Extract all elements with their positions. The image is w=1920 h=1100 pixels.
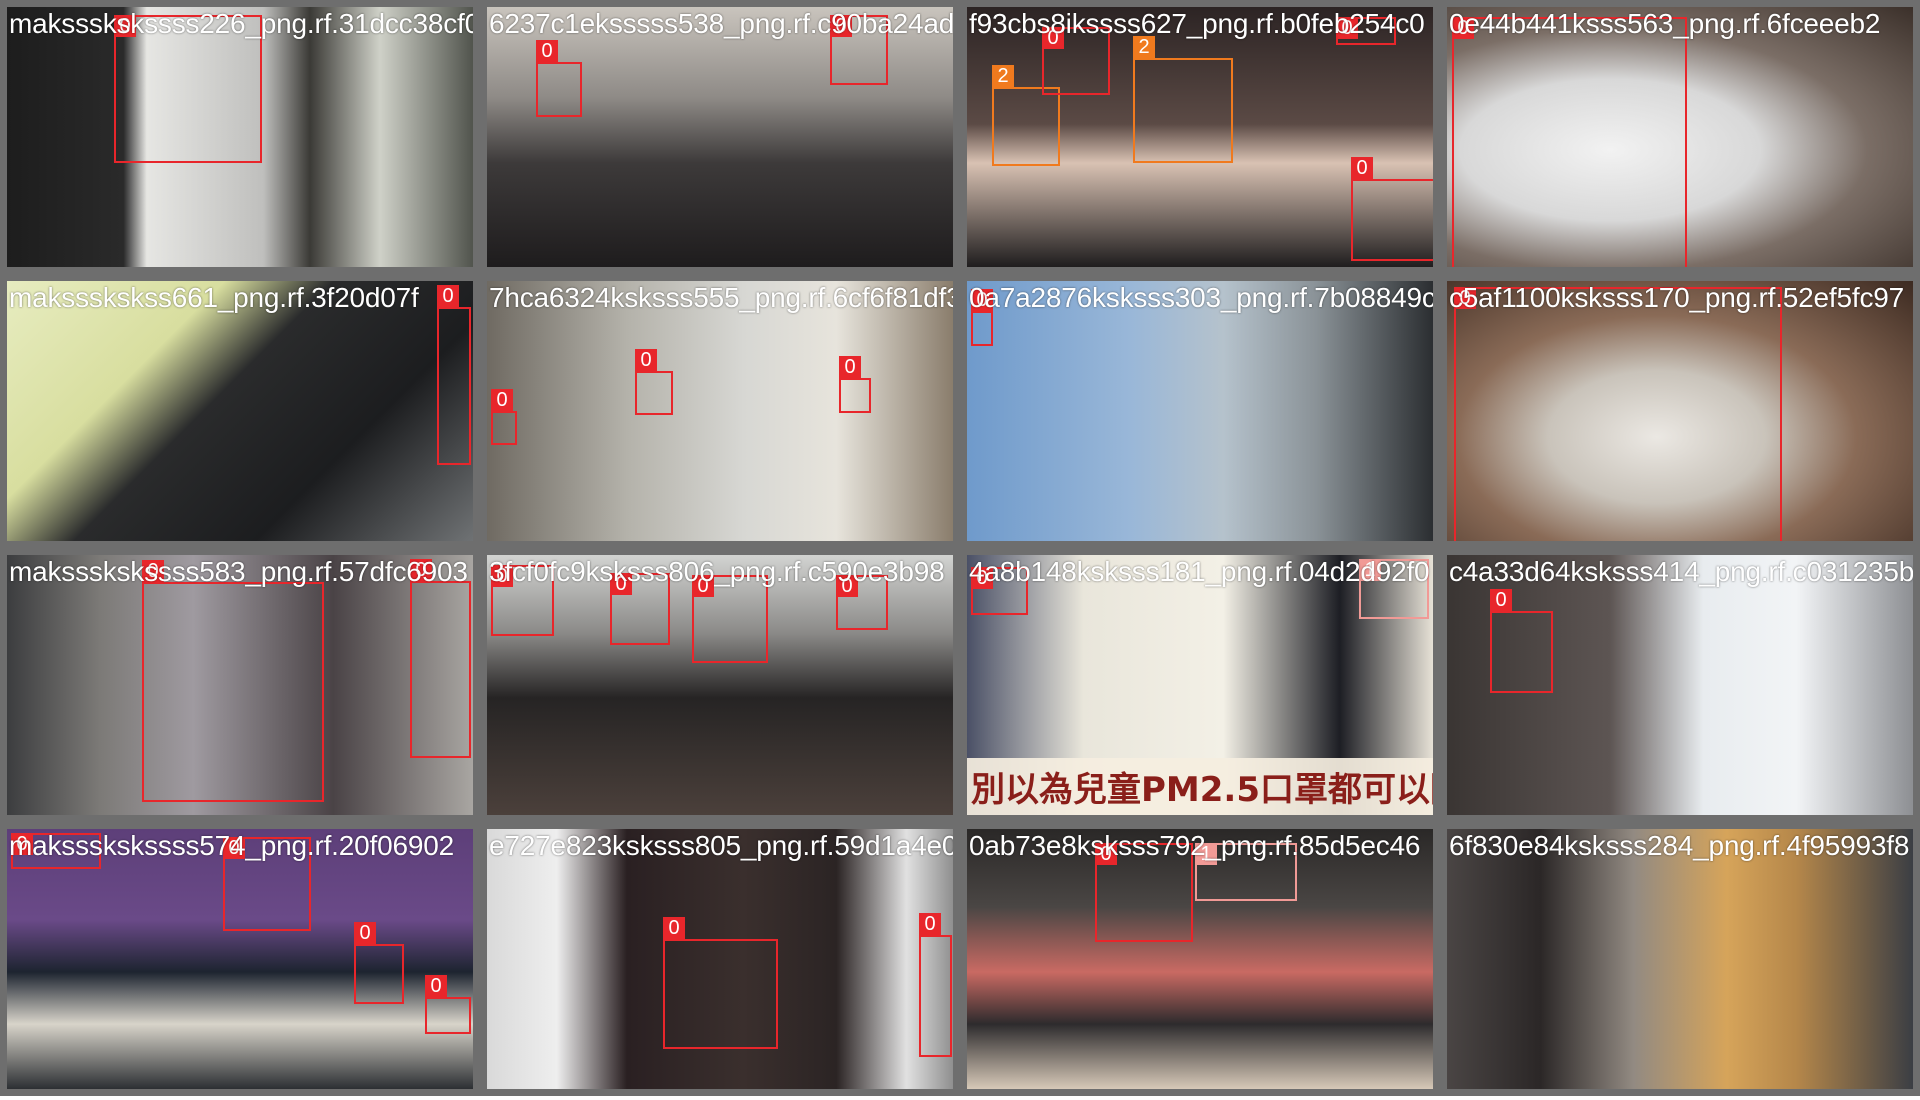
detection-box: 0 [1454, 287, 1782, 541]
photo-caption-overlay: 別以為兒童PM2.5口罩都可以防 [967, 758, 1433, 815]
detection-class-label: 0 [1490, 589, 1512, 611]
tile-filename-label: c4a33d64ksksss414_png.rf.c031235b [1449, 556, 1915, 587]
tile-filename-label: 0e44b441ksss563_png.rf.6fceeeb2 [1449, 8, 1881, 39]
tile-filename-label: c5af1100ksksss170_png.rf.52ef5fc97 [1449, 282, 1904, 313]
image-tile: 0 makssskskss661_png.rf.3f20d07f [0, 274, 480, 548]
detection-mosaic-grid: 0 makssskskssss226_png.rf.31dcc38cf0a7f65… [0, 0, 1920, 1100]
tile-photo [967, 281, 1433, 541]
detection-class-label: 0 [536, 40, 558, 62]
detection-box: 2 [992, 65, 1060, 166]
tile-filename-label: 7hca6324ksksss555_png.rf.6cf6f81df3 [489, 282, 960, 313]
tile-filename-label: makssskskss661_png.rf.3f20d07f [9, 282, 419, 313]
detection-box: 0 [1452, 17, 1687, 267]
detection-box: 0 [971, 289, 993, 346]
tile-filename-label: 6f830e84ksksss284_png.rf.4f95993f8 [1449, 830, 1910, 861]
detection-class-label: 0 [1351, 157, 1373, 179]
detection-class-label: 0 [491, 389, 513, 411]
detection-box: 0 [425, 975, 471, 1034]
tile-filename-label: makssskskssss574_png.rf.20f06902 [9, 830, 454, 861]
image-tile: 0 0 makssskskssss583_png.rf.57dfc6903 [0, 548, 480, 822]
detection-box: 0 [663, 917, 778, 1049]
image-tile: 0 0e44b441ksss563_png.rf.6fceeeb2 [1440, 0, 1920, 274]
detection-box: 0 [354, 922, 404, 1004]
detection-box: 0 [635, 349, 673, 415]
image-tile: 6f830e84ksksss284_png.rf.4f95993f8 [1440, 822, 1920, 1096]
detection-box: 2 [1133, 36, 1233, 163]
image-tile: 0 0 6237c1eksssss538_png.rf.c90ba24ad3 [480, 0, 960, 274]
image-tile: 0makssskskssss226_png.rf.31dcc38cf0a7f65… [0, 0, 480, 274]
image-tile: 0 0a7a2876ksksss303_png.rf.7b08849c [960, 274, 1440, 548]
detection-box: 0 [410, 559, 471, 758]
tile-filename-label: makssskskssss583_png.rf.57dfc6903 [9, 556, 468, 587]
detection-class-label: 0 [919, 913, 941, 935]
tile-photo [7, 281, 473, 541]
detection-class-label: 0 [437, 285, 459, 307]
detection-box: 0 [536, 40, 582, 117]
image-tile: 0 c5af1100ksksss170_png.rf.52ef5fc97 [1440, 274, 1920, 548]
tile-filename-label: makssskskssss226_png.rf.31dcc38cf0a7f65b… [9, 8, 480, 39]
detection-box: 0 [491, 389, 517, 445]
detection-box: 0 [142, 560, 324, 802]
detection-class-label: 2 [992, 65, 1014, 87]
image-tile: 別以為兒童PM2.5口罩都可以防 0 1 4a8b148ksksss181_png.r… [960, 548, 1440, 822]
detection-class-label: 0 [663, 917, 685, 939]
detection-box: 0 [437, 285, 471, 465]
tile-filename-label: 3fcf0fc9ksksss806_png.rf.c590e3b98 [489, 556, 945, 587]
detection-box: 0 [1351, 157, 1433, 261]
image-tile: 0 c4a33d64ksksss414_png.rf.c031235b [1440, 548, 1920, 822]
image-tile: 0 1 0ab73e8ksksss792_png.rf.85d5ec46 [960, 822, 1440, 1096]
tile-photo [1447, 829, 1913, 1089]
detection-class-label: 0 [425, 975, 447, 997]
tile-filename-label: 0ab73e8ksksss792_png.rf.85d5ec46 [969, 830, 1421, 861]
image-tile: 0 0 0 0 3fcf0fc9ksksss806_png.rf.c590e3b98 [480, 548, 960, 822]
image-tile: 2 0 2 0 0 f93cbs8ikssss627_png.rf.b0feb254c0 [960, 0, 1440, 274]
detection-class-label: 0 [839, 356, 861, 378]
tile-filename-label: 0a7a2876ksksss303_png.rf.7b08849c [969, 282, 1436, 313]
image-tile: 0 0 0 0 makssskskssss574_png.rf.20f06902 [0, 822, 480, 1096]
detection-box: 0 [919, 913, 952, 1057]
tile-filename-label: 4a8b148ksksss181_png.rf.04d2d92f0 [969, 556, 1430, 587]
image-tile: 0 0 0 7hca6324ksksss555_png.rf.6cf6f81df3 [480, 274, 960, 548]
detection-box: 0 [1490, 589, 1553, 693]
detection-class-label: 0 [354, 922, 376, 944]
detection-class-label: 0 [635, 349, 657, 371]
detection-class-label: 2 [1133, 36, 1155, 58]
tile-filename-label: e727e823ksksss805_png.rf.59d1a4e0 [489, 830, 958, 861]
tile-filename-label: f93cbs8ikssss627_png.rf.b0feb254c0 [969, 8, 1425, 39]
image-tile: 0 0 e727e823ksksss805_png.rf.59d1a4e0 [480, 822, 960, 1096]
tile-filename-label: 6237c1eksssss538_png.rf.c90ba24ad3 [489, 8, 960, 39]
detection-box: 0 [692, 575, 768, 663]
tile-photo [487, 281, 953, 541]
detection-box: 0 [839, 356, 871, 413]
